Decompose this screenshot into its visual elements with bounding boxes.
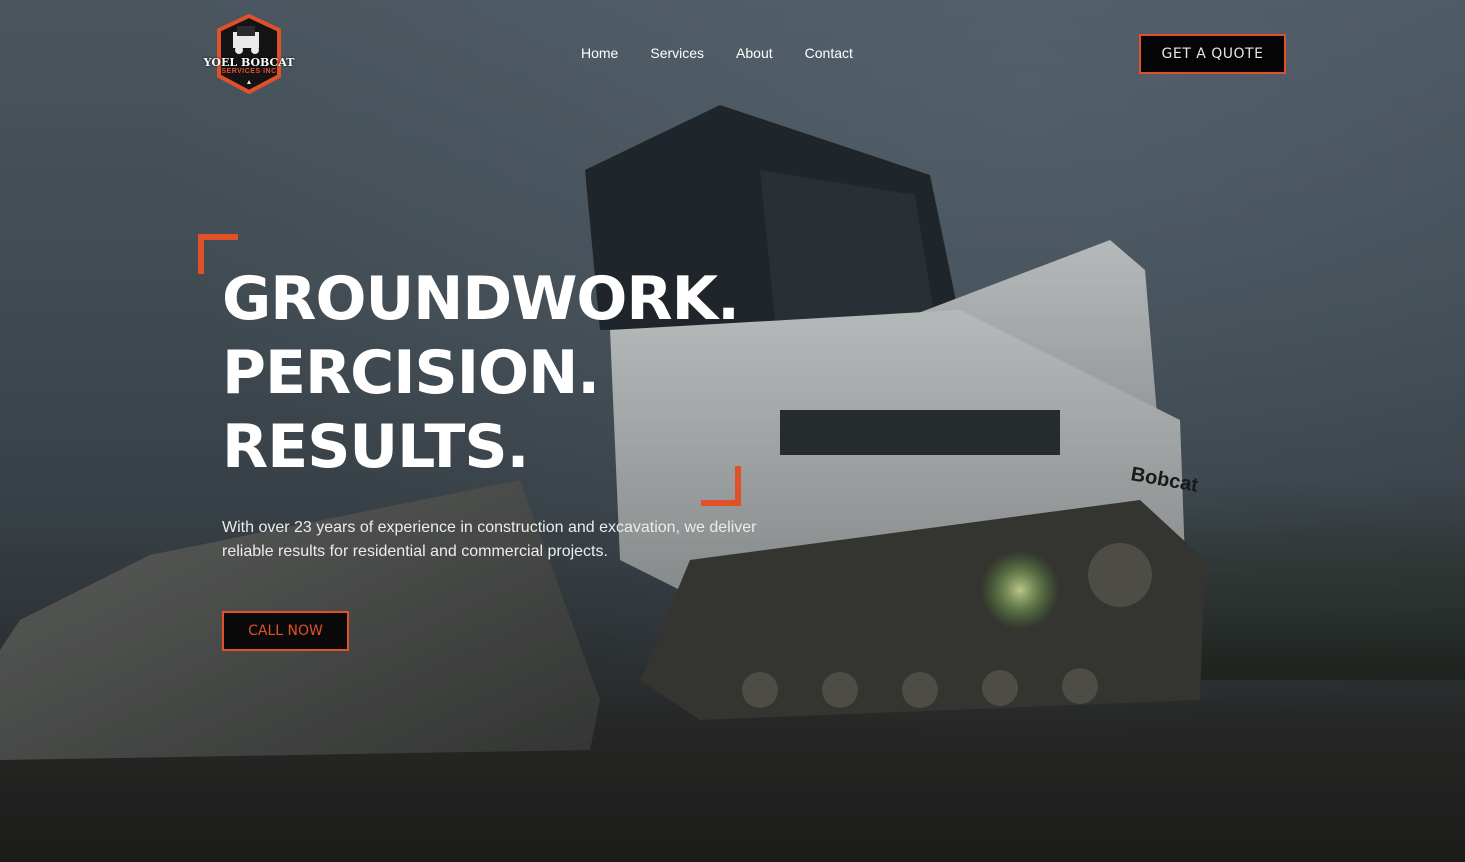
headline-line-1: GROUNDWORK. <box>222 264 740 334</box>
nav-home-link[interactable]: Home <box>581 45 618 61</box>
logo-subtitle: SERVICES INC <box>221 68 277 75</box>
nav-contact-link[interactable]: Contact <box>805 45 853 61</box>
main-nav: Home Services About Contact <box>581 45 853 61</box>
hero-headline: GROUNDWORK. PERCISION. RESULTS. <box>222 262 740 484</box>
nav-about-link[interactable]: About <box>736 45 773 61</box>
hero-description: With over 23 years of experience in cons… <box>222 519 757 560</box>
company-logo[interactable]: YOEL BOBCAT SERVICES INC <box>203 13 295 95</box>
nav-services-link[interactable]: Services <box>650 45 704 61</box>
get-quote-button[interactable]: GET A QUOTE <box>1139 34 1286 74</box>
headline-line-2: PERCISION. <box>222 338 600 408</box>
call-now-button[interactable]: CALL NOW <box>222 611 349 651</box>
headline-line-3: RESULTS. <box>222 412 529 482</box>
logo-emblem-icon <box>217 13 281 95</box>
